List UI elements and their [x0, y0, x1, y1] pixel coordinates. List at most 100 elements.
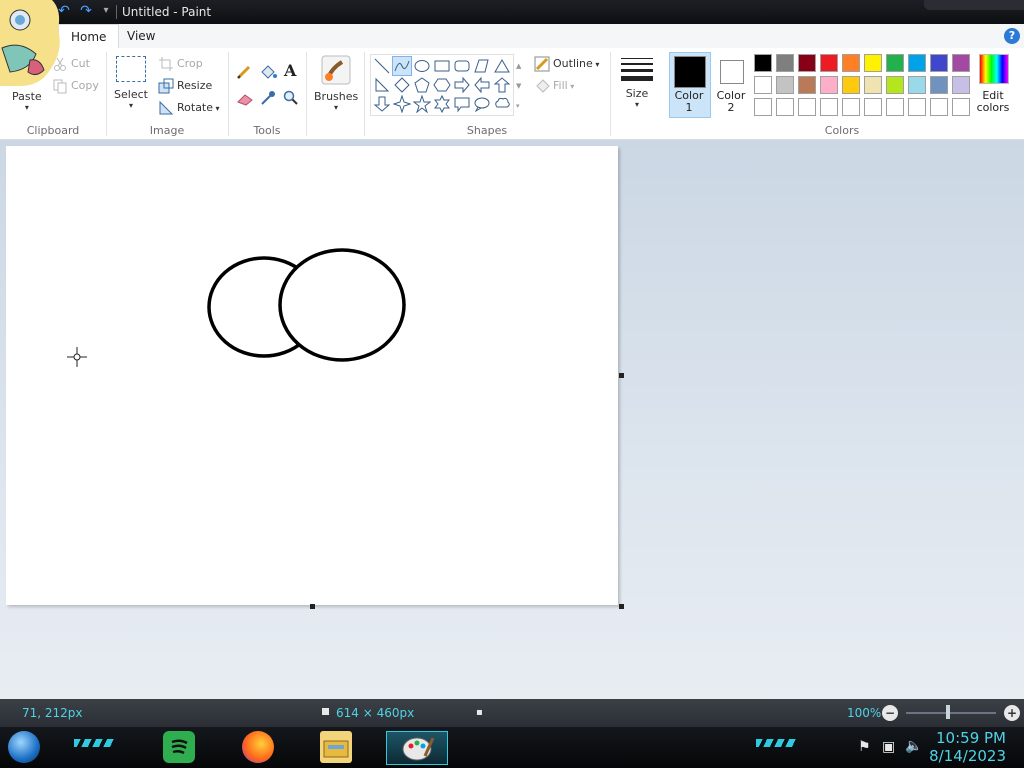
- magnifier-icon[interactable]: [283, 90, 299, 109]
- color2-text[interactable]: Color 2: [711, 90, 751, 114]
- resize-handle-bottom[interactable]: [310, 604, 315, 609]
- rotate-dropdown-icon: ▾: [213, 104, 220, 113]
- resize-handle-corner[interactable]: [619, 604, 624, 609]
- six-point-star-shape-icon[interactable]: [433, 94, 451, 114]
- color-swatch[interactable]: [754, 76, 772, 94]
- up-arrow-shape-icon[interactable]: [493, 76, 511, 94]
- five-point-star-shape-icon[interactable]: [412, 94, 432, 114]
- color-swatch[interactable]: [798, 98, 816, 116]
- color-swatch[interactable]: [842, 54, 860, 72]
- shapes-scroll-icon[interactable]: ▲ ▼ ▾: [516, 56, 521, 116]
- crop-button[interactable]: Crop: [158, 56, 203, 72]
- down-arrow-shape-icon[interactable]: [373, 95, 391, 113]
- color-swatch[interactable]: [886, 76, 904, 94]
- fill-bucket-icon[interactable]: [259, 64, 277, 83]
- color-swatch[interactable]: [908, 76, 926, 94]
- edit-colors-icon[interactable]: [979, 54, 1009, 84]
- redo-icon[interactable]: ↷: [78, 3, 94, 19]
- color-swatch[interactable]: [776, 98, 794, 116]
- diamond-shape-icon[interactable]: [393, 76, 411, 94]
- triangle-shape-icon[interactable]: [493, 57, 511, 75]
- zoom-slider-track[interactable]: [906, 712, 996, 714]
- color-picker-icon[interactable]: [260, 90, 276, 109]
- paste-button[interactable]: Paste ▾: [12, 90, 42, 112]
- color-swatch[interactable]: [798, 76, 816, 94]
- color-swatch[interactable]: [754, 98, 772, 116]
- color-swatch[interactable]: [952, 76, 970, 94]
- file-explorer-app-icon[interactable]: [320, 731, 352, 763]
- color-swatch[interactable]: [842, 76, 860, 94]
- color-swatch[interactable]: [864, 76, 882, 94]
- help-icon[interactable]: ?: [1004, 28, 1020, 44]
- brushes-button[interactable]: Brushes ▾: [314, 54, 358, 112]
- resize-button[interactable]: Resize: [158, 78, 212, 94]
- cursor-position: 71, 212px: [22, 706, 83, 720]
- color-swatch[interactable]: [798, 54, 816, 72]
- color-swatch[interactable]: [886, 54, 904, 72]
- color-swatch[interactable]: [820, 76, 838, 94]
- color-swatch[interactable]: [930, 76, 948, 94]
- color2-swatch[interactable]: [720, 60, 744, 84]
- right-arrow-shape-icon[interactable]: [453, 76, 471, 94]
- action-center-flag-icon[interactable]: ⚑: [858, 739, 871, 755]
- eraser-icon[interactable]: [236, 92, 254, 109]
- edit-colors-button[interactable]: Edit colors: [972, 90, 1014, 114]
- color-swatch[interactable]: [754, 54, 772, 72]
- right-triangle-shape-icon[interactable]: [373, 76, 391, 94]
- resize-label: Resize: [177, 79, 213, 92]
- volume-icon[interactable]: 🔈: [905, 738, 922, 754]
- color-swatch[interactable]: [842, 98, 860, 116]
- oval-callout-shape-icon[interactable]: [473, 95, 491, 113]
- taskbar: ⚑ ▣ 🔈 10:59 PM 8/14/2023: [0, 727, 1024, 768]
- rounded-rectangle-shape-icon[interactable]: [453, 57, 471, 75]
- zoom-out-icon[interactable]: −: [882, 705, 898, 721]
- left-arrow-shape-icon[interactable]: [473, 76, 491, 94]
- drawing-canvas[interactable]: [6, 146, 618, 605]
- rectangle-shape-icon[interactable]: [433, 57, 451, 75]
- line-shape-icon[interactable]: [373, 57, 391, 75]
- outline-button[interactable]: Outline ▾: [534, 56, 599, 72]
- size-button[interactable]: Size ▾: [618, 54, 656, 109]
- color-swatch[interactable]: [908, 54, 926, 72]
- rotate-button[interactable]: Rotate ▾: [158, 100, 220, 116]
- zoom-slider-thumb[interactable]: [946, 705, 950, 719]
- color-swatch[interactable]: [952, 54, 970, 72]
- color-swatch[interactable]: [820, 98, 838, 116]
- oval-shape-icon[interactable]: [413, 57, 431, 75]
- file-size-icon: ▪: [476, 707, 483, 718]
- resize-handle-right[interactable]: [619, 373, 624, 378]
- pentagon-shape-icon[interactable]: [413, 76, 431, 94]
- cloud-callout-shape-icon[interactable]: [493, 95, 511, 113]
- spotify-app-icon[interactable]: [163, 731, 195, 763]
- firefox-app-icon[interactable]: [242, 731, 274, 763]
- curve-shape-icon[interactable]: [392, 56, 412, 76]
- tab-home[interactable]: Home: [58, 24, 120, 50]
- start-button[interactable]: [8, 731, 40, 763]
- color-swatch[interactable]: [886, 98, 904, 116]
- color-swatch[interactable]: [864, 54, 882, 72]
- text-tool-icon[interactable]: A: [284, 61, 296, 80]
- rounded-callout-shape-icon[interactable]: [453, 95, 471, 113]
- taskbar-clock[interactable]: 10:59 PM 8/14/2023: [929, 729, 1006, 765]
- window-controls[interactable]: [924, 0, 1024, 10]
- polygon-shape-icon[interactable]: [473, 57, 491, 75]
- clock-time: 10:59 PM: [936, 729, 1006, 747]
- hexagon-shape-icon[interactable]: [433, 76, 451, 94]
- fill-button[interactable]: Fill ▾: [534, 78, 574, 94]
- color-swatch[interactable]: [864, 98, 882, 116]
- color-swatch[interactable]: [820, 54, 838, 72]
- color-swatch[interactable]: [930, 54, 948, 72]
- color-swatch[interactable]: [776, 54, 794, 72]
- color-swatch[interactable]: [908, 98, 926, 116]
- color-swatch[interactable]: [776, 76, 794, 94]
- paint-app-icon[interactable]: [386, 731, 448, 765]
- customize-quick-access-icon[interactable]: ▾: [98, 3, 114, 19]
- color-swatch[interactable]: [930, 98, 948, 116]
- four-point-star-shape-icon[interactable]: [392, 94, 412, 114]
- select-button[interactable]: Select ▾: [114, 56, 148, 110]
- network-icon[interactable]: ▣: [882, 739, 895, 755]
- tab-view[interactable]: View: [115, 24, 167, 48]
- zoom-in-icon[interactable]: +: [1004, 705, 1020, 721]
- color-swatch[interactable]: [952, 98, 970, 116]
- pencil-icon[interactable]: [236, 64, 252, 83]
